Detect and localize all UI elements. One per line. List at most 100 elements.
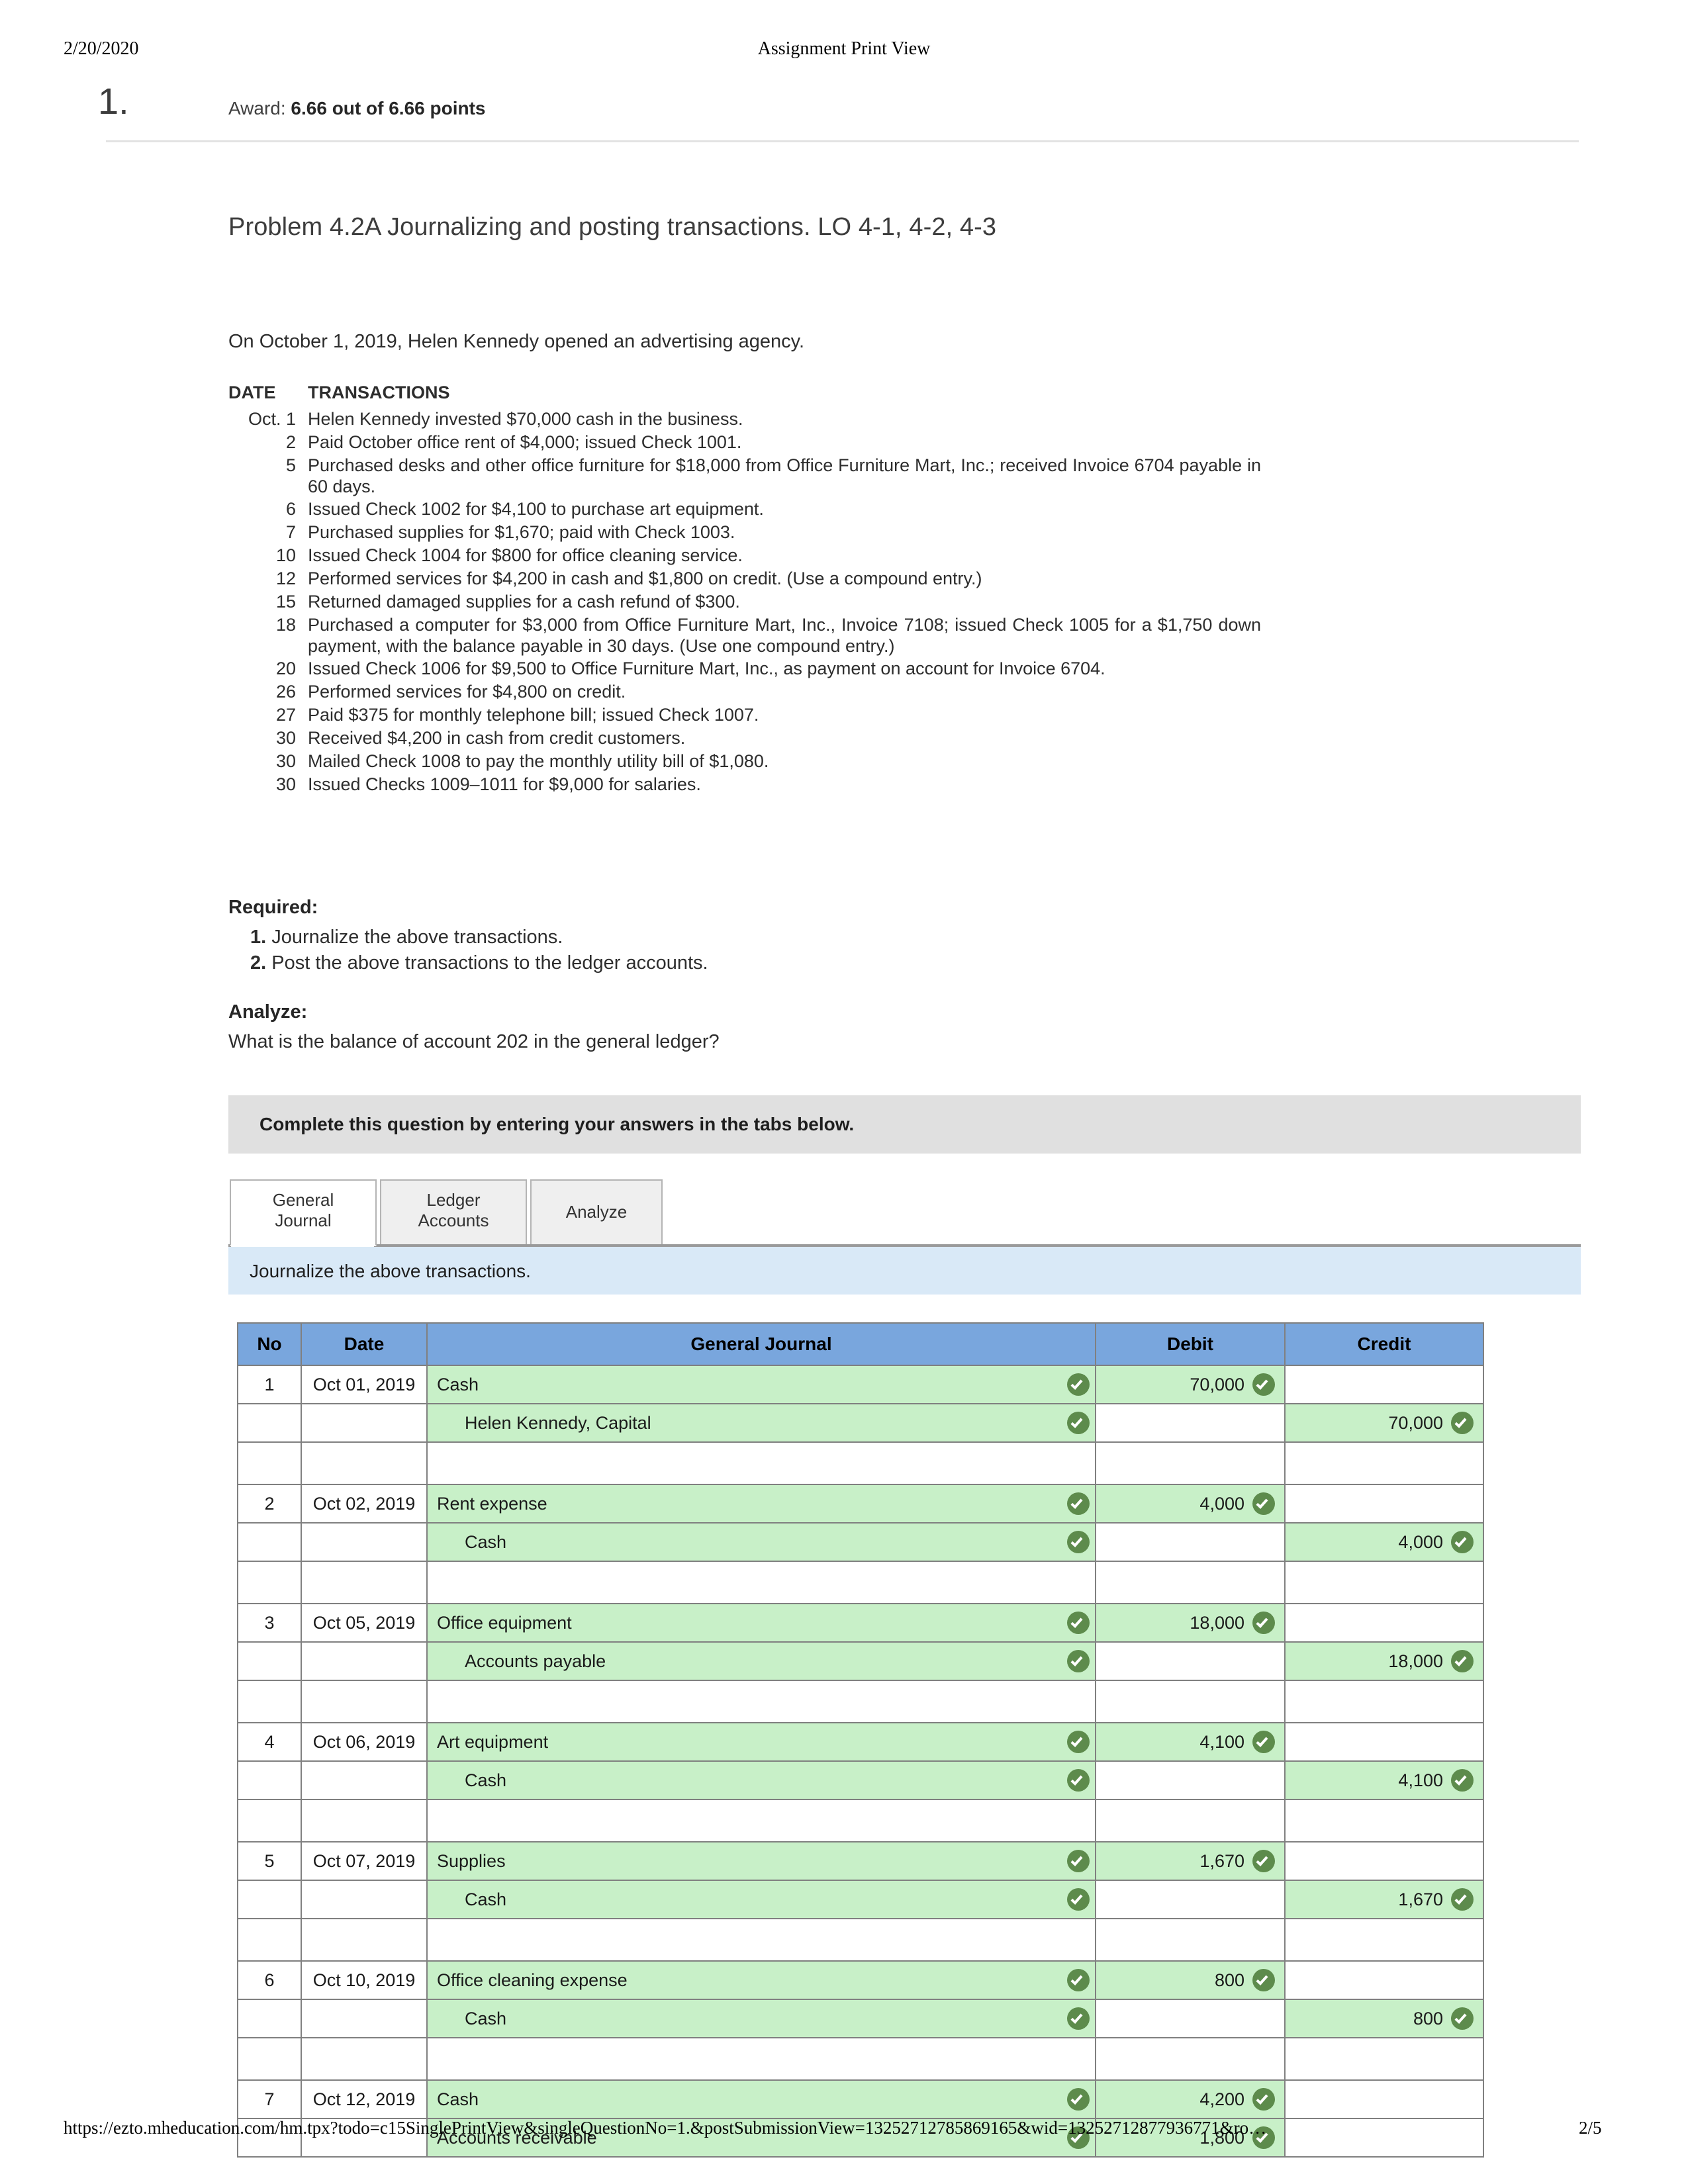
cell-credit-amount[interactable] — [1284, 1841, 1484, 1881]
list-item: 2. Post the above transactions to the le… — [250, 952, 708, 974]
tab-ledger-accounts[interactable]: Ledger Accounts — [380, 1179, 527, 1246]
cell-debit-amount[interactable]: 4,000 — [1095, 1484, 1286, 1524]
credit-amount-text: 70,000 — [1388, 1412, 1443, 1433]
blank-cell — [1284, 1680, 1484, 1723]
blank-cell — [1095, 1918, 1286, 1962]
account-name-text: Cash — [437, 1374, 479, 1394]
blank-cell — [237, 1918, 302, 1962]
cell-credit-amount[interactable] — [1284, 1365, 1484, 1404]
cell-debit-amount[interactable]: 1,670 — [1095, 1841, 1286, 1881]
tab-instruction-strip: Journalize the above transactions. — [228, 1247, 1581, 1295]
debit-amount-text: 4,000 — [1199, 1493, 1244, 1514]
cell-credit-amount[interactable]: 1,670 — [1284, 1880, 1484, 1919]
cell-entry-date: Oct 01, 2019 — [301, 1365, 428, 1404]
cell-credit-amount[interactable] — [1284, 2118, 1484, 2158]
cell-credit-amount[interactable]: 18,000 — [1284, 1641, 1484, 1681]
transaction-row: 2 Paid October office rent of $4,000; iss… — [228, 432, 1261, 453]
transaction-row: Oct. 1 Helen Kennedy invested $70,000 cas… — [228, 409, 1261, 430]
correct-check-icon — [1252, 1612, 1275, 1634]
cell-account-name[interactable]: Cash — [426, 1880, 1096, 1919]
cell-entry-date — [301, 1760, 428, 1800]
table-row: 7 Oct 12, 2019 Cash 4,200 — [237, 2079, 1484, 2119]
tab-general-journal[interactable]: General Journal — [230, 1179, 377, 1246]
debit-amount-text: 4,200 — [1199, 2089, 1244, 2109]
cell-account-name[interactable]: Helen Kennedy, Capital — [426, 1403, 1096, 1443]
credit-amount-text: 1,670 — [1398, 1889, 1443, 1909]
tab-analyze-label: Analyze — [565, 1202, 628, 1222]
cell-debit-amount[interactable] — [1095, 1403, 1286, 1443]
cell-account-name[interactable]: Cash — [426, 1760, 1096, 1800]
correct-check-icon — [1067, 1373, 1090, 1396]
cell-credit-amount[interactable] — [1284, 2079, 1484, 2119]
cell-account-name[interactable]: Cash — [426, 1999, 1096, 2038]
blank-cell — [301, 2037, 428, 2081]
cell-account-name[interactable]: Cash — [426, 1522, 1096, 1562]
cell-credit-amount[interactable]: 70,000 — [1284, 1403, 1484, 1443]
correct-check-icon — [1252, 1850, 1275, 1872]
transactions-header-label: TRANSACTIONS — [308, 383, 450, 402]
cell-credit-amount[interactable]: 800 — [1284, 1999, 1484, 2038]
cell-entry-no — [237, 1403, 302, 1443]
cell-debit-amount[interactable] — [1095, 1522, 1286, 1562]
cell-debit-amount[interactable] — [1095, 1641, 1286, 1681]
cell-credit-amount[interactable]: 4,000 — [1284, 1522, 1484, 1562]
cell-account-name[interactable]: Office cleaning expense — [426, 1960, 1096, 2000]
transaction-description: Performed services for $4,200 in cash an… — [308, 569, 982, 589]
transactions-list: DATE TRANSACTIONS Oct. 1 Helen Kennedy in… — [228, 383, 1261, 797]
transaction-description: Issued Check 1004 for $800 for office cl… — [308, 545, 743, 566]
correct-check-icon — [1252, 1373, 1275, 1396]
cell-account-name[interactable]: Art equipment — [426, 1722, 1096, 1762]
transaction-date: 26 — [275, 682, 296, 702]
transaction-date: Oct. 1 — [248, 409, 296, 429]
cell-account-name[interactable]: Accounts payable — [426, 1641, 1096, 1681]
credit-amount-text: 18,000 — [1388, 1651, 1443, 1671]
cell-debit-amount[interactable]: 800 — [1095, 1960, 1286, 2000]
account-name-text: Helen Kennedy, Capital — [465, 1412, 651, 1433]
blank-cell — [1095, 1680, 1286, 1723]
blank-cell — [301, 1561, 428, 1604]
cell-debit-amount[interactable] — [1095, 1760, 1286, 1800]
credit-amount-text: 4,100 — [1398, 1770, 1443, 1790]
cell-account-name[interactable]: Cash — [426, 2079, 1096, 2119]
tab-general-journal-line1: General — [272, 1190, 334, 1210]
table-row-blank — [237, 1561, 1484, 1604]
account-name-text: Cash — [465, 1770, 507, 1790]
tab-analyze[interactable]: Analyze — [530, 1179, 663, 1246]
cell-credit-amount[interactable] — [1284, 1960, 1484, 2000]
analyze-heading: Analyze: — [228, 1001, 308, 1023]
blank-cell — [301, 1918, 428, 1962]
debit-amount-text: 800 — [1214, 1970, 1244, 1990]
blank-cell — [237, 1441, 302, 1485]
table-row: 5 Oct 07, 2019 Supplies 1,670 — [237, 1841, 1484, 1881]
correct-check-icon — [1451, 1412, 1474, 1434]
cell-debit-amount[interactable]: 4,100 — [1095, 1722, 1286, 1762]
blank-cell — [1284, 1799, 1484, 1843]
cell-entry-date — [301, 1880, 428, 1919]
correct-check-icon — [1252, 1731, 1275, 1753]
table-row-blank — [237, 1799, 1484, 1843]
blank-cell — [1095, 1799, 1286, 1843]
cell-debit-amount[interactable]: 4,200 — [1095, 2079, 1286, 2119]
cell-credit-amount[interactable]: 4,100 — [1284, 1760, 1484, 1800]
question-number: 1. — [98, 80, 129, 122]
transaction-description: Returned damaged supplies for a cash ref… — [308, 591, 740, 612]
cell-credit-amount[interactable] — [1284, 1722, 1484, 1762]
debit-amount-text: 4,100 — [1199, 1731, 1244, 1752]
cell-credit-amount[interactable] — [1284, 1484, 1484, 1524]
cell-entry-date: Oct 07, 2019 — [301, 1841, 428, 1881]
cell-account-name[interactable]: Cash — [426, 1365, 1096, 1404]
blank-cell — [426, 1680, 1096, 1723]
cell-debit-amount[interactable]: 18,000 — [1095, 1603, 1286, 1643]
account-name-text: Rent expense — [437, 1493, 547, 1514]
cell-account-name[interactable]: Rent expense — [426, 1484, 1096, 1524]
cell-entry-no: 3 — [237, 1603, 302, 1643]
cell-account-name[interactable]: Office equipment — [426, 1603, 1096, 1643]
cell-credit-amount[interactable] — [1284, 1603, 1484, 1643]
blank-cell — [426, 1918, 1096, 1962]
blank-cell — [426, 1799, 1096, 1843]
cell-account-name[interactable]: Supplies — [426, 1841, 1096, 1881]
cell-debit-amount[interactable]: 70,000 — [1095, 1365, 1286, 1404]
cell-debit-amount[interactable] — [1095, 1999, 1286, 2038]
correct-check-icon — [1451, 1888, 1474, 1911]
cell-debit-amount[interactable] — [1095, 1880, 1286, 1919]
